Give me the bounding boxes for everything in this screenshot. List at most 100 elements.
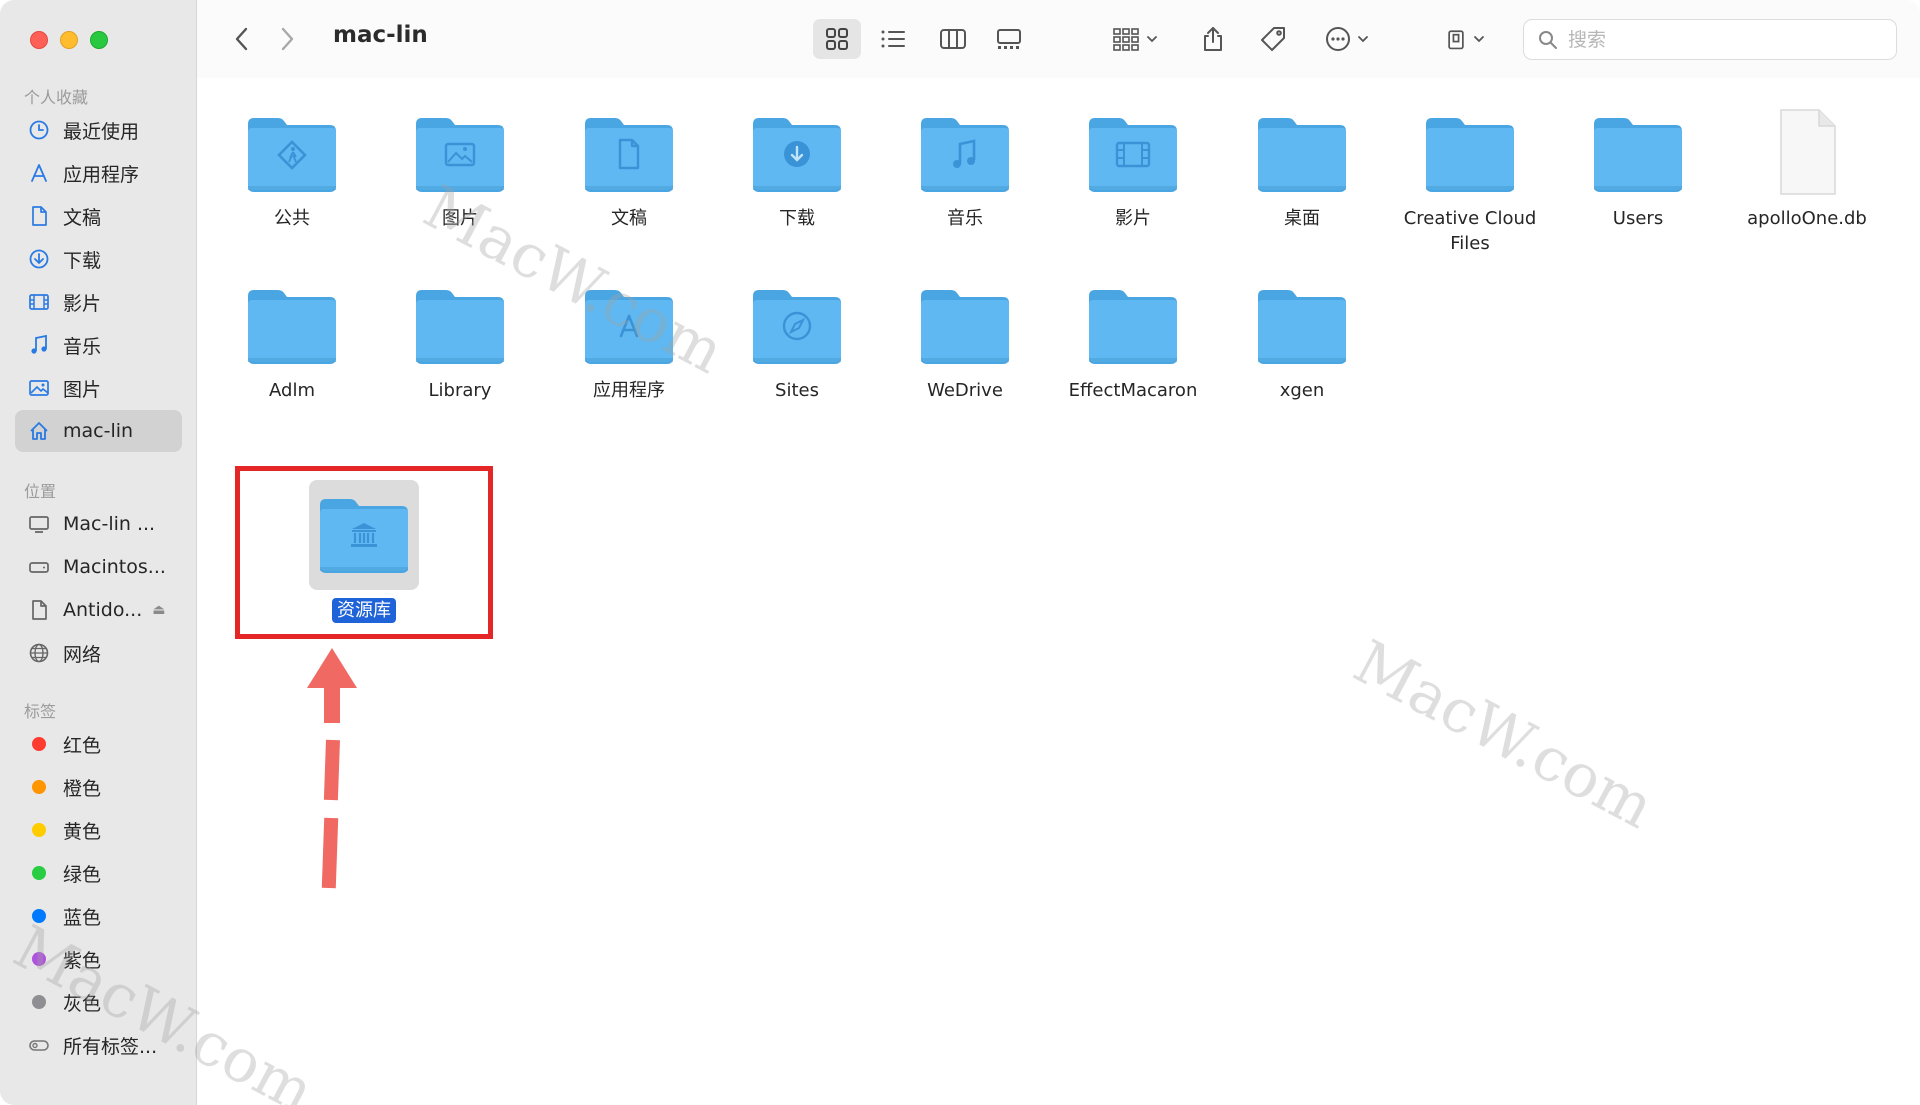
window-title: mac-lin — [333, 22, 428, 48]
sidebar-item[interactable]: 橙色 — [15, 766, 182, 808]
sidebar-item[interactable]: Macintos... — [15, 546, 182, 588]
folder-icon — [1085, 106, 1181, 198]
sidebar-item[interactable]: mac-lin — [15, 410, 182, 452]
chevron-down-icon — [1147, 36, 1157, 43]
folder-icon — [412, 278, 508, 370]
icon-view-button[interactable] — [813, 19, 861, 59]
folder-item[interactable]: xgen — [1218, 278, 1386, 403]
folder-item[interactable]: Library — [376, 278, 544, 403]
library-folder-icon — [316, 487, 412, 583]
folder-icon — [412, 106, 508, 198]
folder-item[interactable]: WeDrive — [881, 278, 1049, 403]
folder-item[interactable]: 图片 — [376, 106, 544, 231]
sidebar-item[interactable]: 所有标签... — [15, 1024, 182, 1066]
folder-icon — [581, 278, 677, 370]
folder-item[interactable]: Sites — [713, 278, 881, 403]
folder-item[interactable]: 影片 — [1049, 106, 1217, 231]
file-item-selected[interactable]: 资源库 — [280, 480, 448, 623]
sidebar-item[interactable]: 下载 — [15, 238, 182, 280]
storage-button[interactable] — [1437, 19, 1493, 59]
sidebar-item-label: 音乐 — [63, 335, 102, 358]
share-icon — [1204, 27, 1222, 51]
folder-item[interactable]: 桌面 — [1218, 106, 1386, 231]
folder-icon — [1254, 278, 1350, 370]
file-item[interactable]: apolloOne.db — [1723, 106, 1891, 231]
tag-button[interactable] — [1253, 19, 1293, 59]
folder-item[interactable]: Creative Cloud Files — [1386, 106, 1554, 256]
folder-item[interactable]: 公共 — [208, 106, 376, 231]
sidebar-item[interactable]: 网络 — [15, 632, 182, 674]
sidebar-item[interactable]: 紫色 — [15, 938, 182, 980]
file-name: EffectMacaron — [1068, 380, 1198, 401]
sidebar-item-label: Macintos... — [63, 556, 166, 578]
file-name: 音乐 — [947, 208, 983, 229]
share-button[interactable] — [1193, 19, 1233, 59]
sidebar-item[interactable]: 音乐 — [15, 324, 182, 366]
folder-item[interactable]: 应用程序 — [545, 278, 713, 403]
file-name: Users — [1612, 208, 1664, 229]
sidebar: 个人收藏 位置 标签 最近使用 应用程序 文稿 下载 影片 音乐 图片 mac-lin Mac-… — [0, 0, 197, 1105]
sidebar-item[interactable]: Antido... ⏏ — [15, 589, 182, 631]
tag-color-icon — [27, 861, 51, 885]
folder-icon — [917, 106, 1013, 198]
more-actions-button[interactable] — [1317, 19, 1377, 59]
search-icon — [1539, 30, 1557, 49]
red-arrow-annotation — [307, 648, 357, 889]
sidebar-item[interactable]: 影片 — [15, 281, 182, 323]
sidebar-item[interactable]: 最近使用 — [15, 109, 182, 151]
list-view-button[interactable] — [869, 19, 917, 59]
search-field[interactable] — [1523, 19, 1897, 60]
sidebar-item[interactable]: 图片 — [15, 367, 182, 409]
file-name: Adlm — [269, 380, 315, 401]
file-name: 文稿 — [611, 208, 647, 229]
minimize-window-button[interactable] — [60, 31, 78, 49]
computer-icon — [27, 512, 51, 536]
disk-icon — [27, 555, 51, 579]
folder-item[interactable]: Adlm — [208, 278, 376, 403]
sidebar-item-label: 下载 — [63, 249, 102, 272]
folder-item[interactable]: 文稿 — [545, 106, 713, 231]
finder-window: 个人收藏 位置 标签 最近使用 应用程序 文稿 下载 影片 音乐 图片 mac-lin Mac-… — [0, 0, 1920, 1105]
document-icon — [27, 204, 51, 228]
gallery-view-button[interactable] — [985, 19, 1033, 59]
ellipsis-circle-icon — [1326, 27, 1350, 51]
column-view-button[interactable] — [929, 19, 977, 59]
tag-color-icon — [27, 947, 51, 971]
selected-folder-icon-wrap — [309, 480, 419, 590]
close-window-button[interactable] — [30, 31, 48, 49]
sidebar-item[interactable]: 蓝色 — [15, 895, 182, 937]
zoom-window-button[interactable] — [90, 31, 108, 49]
sidebar-item[interactable]: 文稿 — [15, 195, 182, 237]
tag-color-icon — [27, 904, 51, 928]
folder-icon — [244, 106, 340, 198]
sidebar-item[interactable]: 应用程序 — [15, 152, 182, 194]
group-button[interactable] — [1105, 19, 1165, 59]
gallery-icon — [997, 29, 1021, 49]
sidebar-item[interactable]: Mac-lin ... — [15, 503, 182, 545]
file-name: 桌面 — [1284, 208, 1320, 229]
file-name: 下载 — [779, 208, 815, 229]
sidebar-item-label: 所有标签... — [63, 1035, 158, 1058]
folder-icon — [749, 278, 845, 370]
folder-item[interactable]: 音乐 — [881, 106, 1049, 231]
sidebar-item-label: 文稿 — [63, 206, 102, 229]
eject-icon[interactable]: ⏏ — [152, 602, 165, 618]
apps-icon — [27, 161, 51, 185]
sidebar-item-label: 蓝色 — [63, 906, 102, 929]
search-input[interactable] — [1568, 28, 1868, 51]
sidebar-item[interactable]: 黄色 — [15, 809, 182, 851]
tag-color-icon — [27, 732, 51, 756]
sidebar-item[interactable]: 绿色 — [15, 852, 182, 894]
tag-color-icon — [27, 818, 51, 842]
group-grid-icon — [1113, 28, 1139, 51]
folder-item[interactable]: EffectMacaron — [1049, 278, 1217, 403]
folder-item[interactable]: 下载 — [713, 106, 881, 231]
sidebar-item[interactable]: 灰色 — [15, 981, 182, 1023]
file-name: 图片 — [442, 208, 478, 229]
sidebar-item[interactable]: 红色 — [15, 723, 182, 765]
back-button[interactable] — [227, 22, 257, 56]
forward-button[interactable] — [272, 22, 302, 56]
folder-item[interactable]: Users — [1554, 106, 1722, 231]
drive-icon — [1448, 30, 1464, 50]
all-tags-icon — [27, 1033, 51, 1057]
